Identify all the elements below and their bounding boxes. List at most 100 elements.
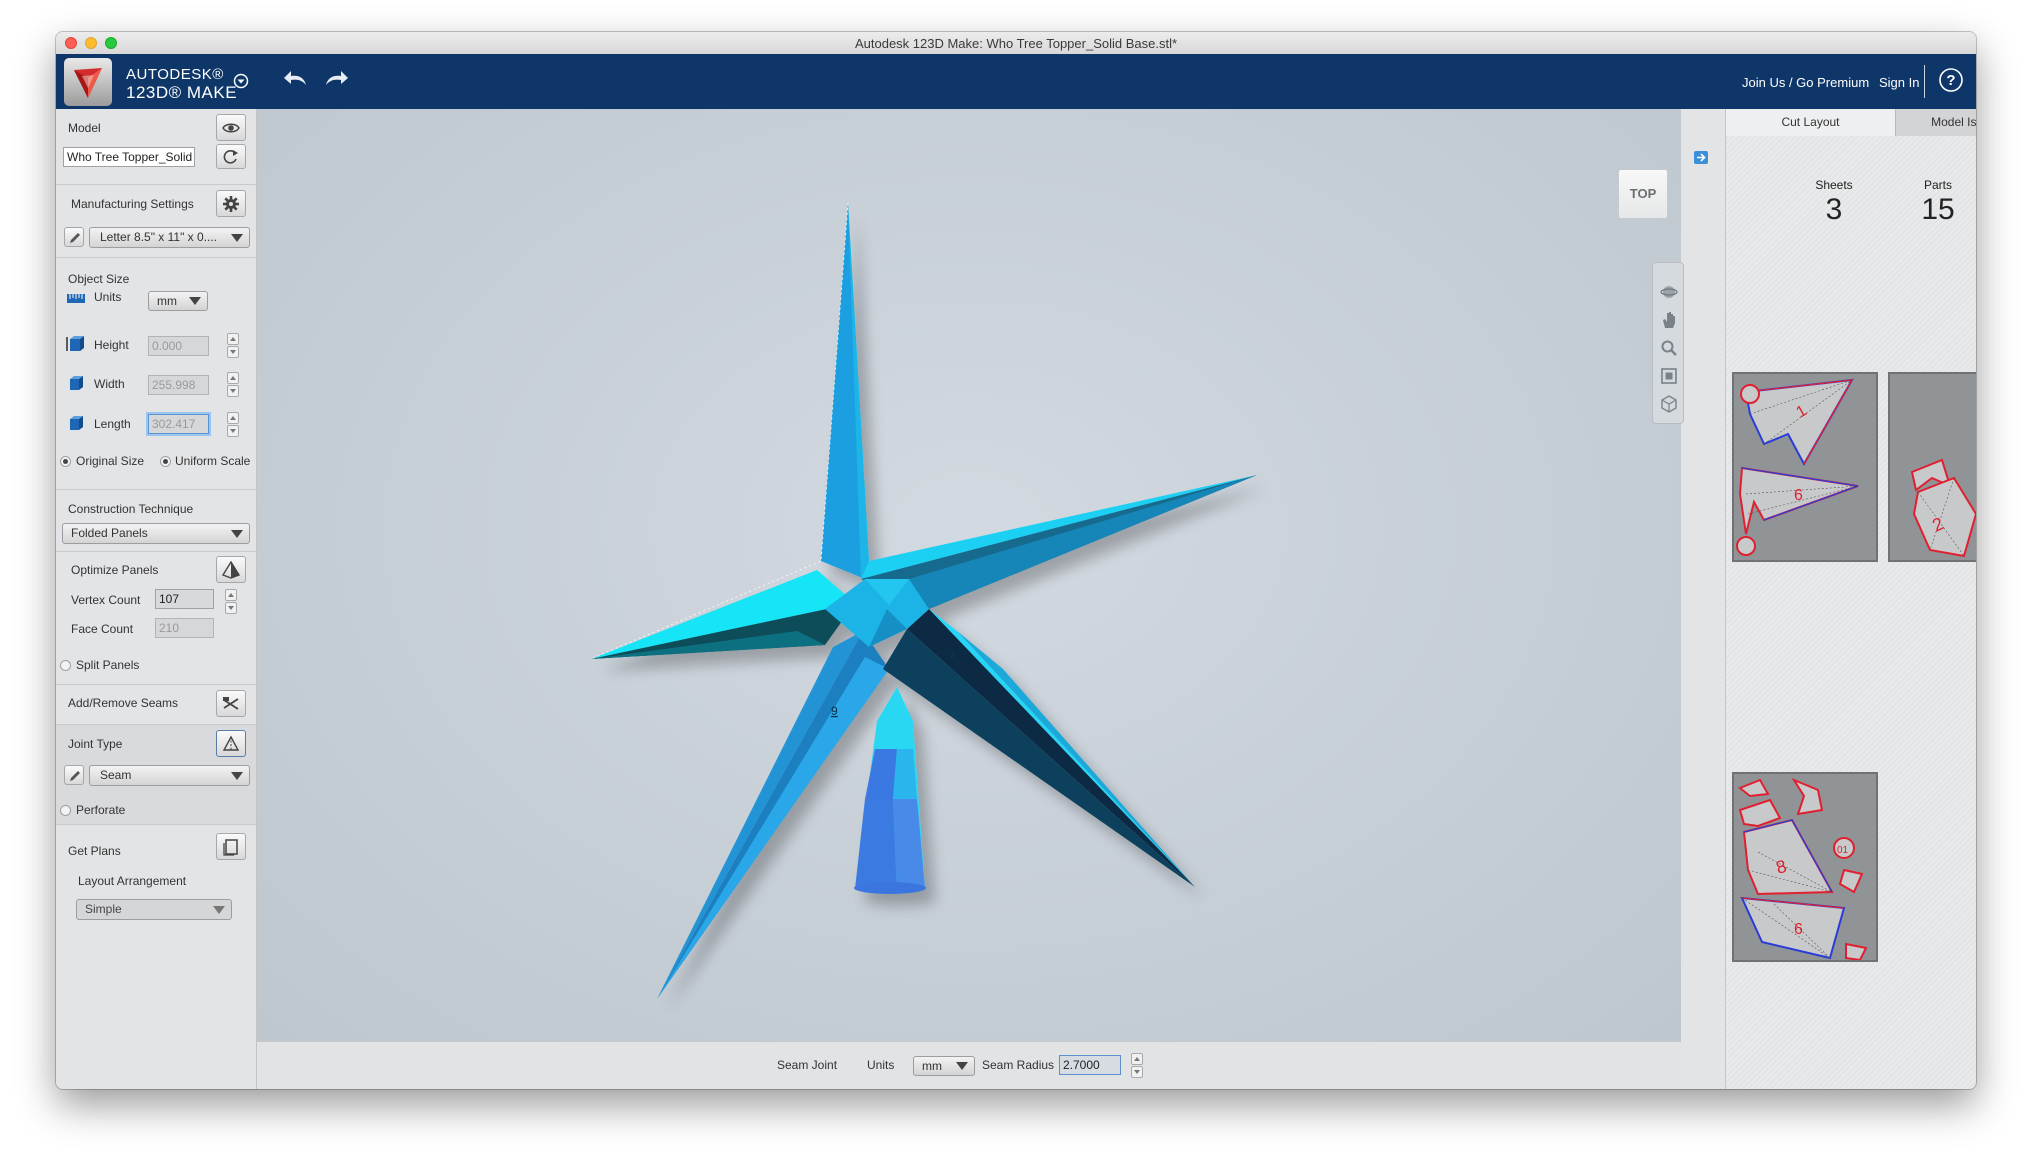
model-section: Model Who Tree Topper_Solid: [56, 109, 256, 184]
3d-viewport[interactable]: 9 2 9 2: [257, 109, 1681, 1041]
app-window: Autodesk 123D Make: Who Tree Topper_Soli…: [56, 32, 1976, 1089]
length-stepper[interactable]: [227, 412, 241, 438]
model-label: Model: [68, 121, 101, 135]
edit-manufacturing-button[interactable]: [64, 227, 84, 247]
dropdown-circle-icon[interactable]: [233, 73, 249, 92]
get-plans-button[interactable]: [216, 833, 246, 860]
part-label-9: 9: [831, 704, 838, 718]
get-plans-section: Get Plans Layout Arrangement Simple: [56, 824, 256, 920]
layout-arrangement-value: Simple: [85, 902, 122, 916]
seams-label: Add/Remove Seams: [68, 696, 179, 710]
refresh-model-button[interactable]: [216, 144, 246, 169]
cut-sheet-3[interactable]: 8 01 6: [1732, 772, 1878, 962]
edit-joint-button[interactable]: [64, 765, 84, 785]
split-panels-checkbox[interactable]: [60, 660, 71, 671]
object-size-section: Object Size Units mm Height 0.000 Width …: [56, 257, 256, 490]
layout-arrangement-label: Layout Arrangement: [78, 874, 187, 888]
zoom-icon[interactable]: [1660, 339, 1678, 357]
construction-select-value: Folded Panels: [71, 526, 148, 540]
seam-radius-field[interactable]: 2.7000: [1059, 1055, 1121, 1075]
optimize-label: Optimize Panels: [71, 563, 159, 577]
chevron-down-icon: [231, 234, 243, 242]
construction-select[interactable]: Folded Panels: [62, 523, 250, 544]
seam-joint-label: Seam Joint: [777, 1058, 838, 1072]
left-settings-panel: Model Who Tree Topper_Solid Manufacturin…: [56, 109, 257, 1089]
view-cube-top[interactable]: TOP: [1618, 169, 1668, 219]
join-premium-link[interactable]: Join Us / Go Premium: [1742, 75, 1869, 90]
joint-section: Joint Type Seam Perforate: [56, 724, 256, 825]
star-tree-topper-model[interactable]: 9 2: [257, 109, 1681, 1041]
height-stepper[interactable]: [227, 333, 241, 359]
toolbar-divider: [1924, 65, 1925, 98]
cut-sheet-1[interactable]: 1 6: [1732, 372, 1878, 562]
optimize-panels-button[interactable]: [216, 556, 246, 583]
bar-units-label: Units: [867, 1058, 895, 1072]
undo-icon[interactable]: [282, 67, 310, 94]
chevron-down-icon: [956, 1062, 968, 1070]
vertex-count-label: Vertex Count: [71, 593, 141, 607]
home-cube-icon[interactable]: [1660, 395, 1678, 413]
joint-type-select-value: Seam: [100, 768, 132, 782]
autodesk-123d-logo: [64, 58, 112, 106]
original-size-label: Original Size: [76, 454, 145, 468]
bar-units-select[interactable]: mm: [913, 1056, 975, 1076]
length-label: Length: [94, 417, 131, 431]
construction-label: Construction Technique: [68, 502, 194, 516]
seams-section: Add/Remove Seams: [56, 684, 256, 725]
fit-view-icon[interactable]: [1660, 367, 1678, 385]
cut-sheet-2[interactable]: 2: [1888, 372, 1976, 562]
manufacturing-settings-button[interactable]: [216, 190, 246, 217]
chevron-down-icon: [231, 530, 243, 538]
sheet-part-number-01: 01: [1837, 845, 1849, 856]
vertex-count-stepper[interactable]: [225, 589, 239, 615]
joint-type-label: Joint Type: [68, 737, 123, 751]
sheets-label: Sheets: [1815, 178, 1853, 192]
seam-radius-stepper[interactable]: [1131, 1053, 1145, 1079]
parts-count: 15: [1921, 193, 1955, 226]
right-cut-layout-panel: Cut Layout Model Issues Sheets 3 Parts 1…: [1725, 109, 1976, 1089]
tab-cut-layout[interactable]: Cut Layout: [1726, 109, 1895, 136]
sign-in-link[interactable]: Sign In: [1879, 75, 1919, 90]
original-size-radio[interactable]: [60, 456, 71, 467]
perforate-label: Perforate: [76, 803, 126, 817]
model-name-field[interactable]: Who Tree Topper_Solid: [63, 147, 195, 167]
optimize-section: Optimize Panels Vertex Count 107 Face Co…: [56, 551, 256, 685]
get-plans-label: Get Plans: [68, 844, 121, 858]
add-remove-seams-button[interactable]: [216, 690, 246, 717]
visibility-button[interactable]: [216, 114, 246, 141]
part-label-2: 2: [950, 650, 955, 660]
width-cube-icon: [70, 376, 83, 390]
object-size-label: Object Size: [68, 272, 130, 286]
joint-type-button[interactable]: [216, 730, 246, 757]
construction-section: Construction Technique Folded Panels: [56, 489, 256, 552]
height-cube-icon: [66, 336, 84, 351]
gear-icon: [223, 196, 239, 212]
manufacturing-section: Manufacturing Settings Letter 8.5" x 11": [56, 184, 256, 258]
seam-radius-label: Seam Radius: [982, 1058, 1055, 1072]
height-field[interactable]: 0.000: [148, 336, 209, 356]
perforate-checkbox[interactable]: [60, 805, 71, 816]
orbit-icon[interactable]: [1660, 283, 1678, 301]
layout-arrangement-select[interactable]: Simple: [76, 899, 232, 920]
joint-type-select[interactable]: Seam: [89, 765, 250, 786]
width-stepper[interactable]: [227, 372, 241, 398]
manufacturing-select[interactable]: Letter 8.5" x 11" x 0....: [89, 227, 250, 248]
face-count-field[interactable]: 210: [155, 618, 214, 638]
length-field[interactable]: 302.417: [148, 414, 209, 434]
expand-panel-icon[interactable]: [1694, 151, 1708, 164]
redo-icon[interactable]: [322, 67, 350, 94]
pan-hand-icon[interactable]: [1660, 311, 1678, 329]
pencil-icon: [70, 771, 80, 781]
help-icon[interactable]: ?: [1938, 67, 1964, 96]
uniform-scale-radio[interactable]: [160, 456, 171, 467]
length-cube-icon: [70, 416, 83, 430]
refresh-icon: [223, 150, 238, 164]
navigation-toolbar: [1652, 262, 1684, 424]
units-select[interactable]: mm: [148, 291, 208, 311]
tab-model-issues[interactable]: Model Issues: [1895, 109, 1976, 136]
width-field[interactable]: 255.998: [148, 375, 209, 395]
vertex-count-field[interactable]: 107: [155, 589, 214, 609]
manufacturing-select-value: Letter 8.5" x 11" x 0....: [100, 230, 218, 244]
brand-autodesk: AUTODESK®: [126, 66, 224, 83]
pencil-icon: [70, 233, 80, 243]
